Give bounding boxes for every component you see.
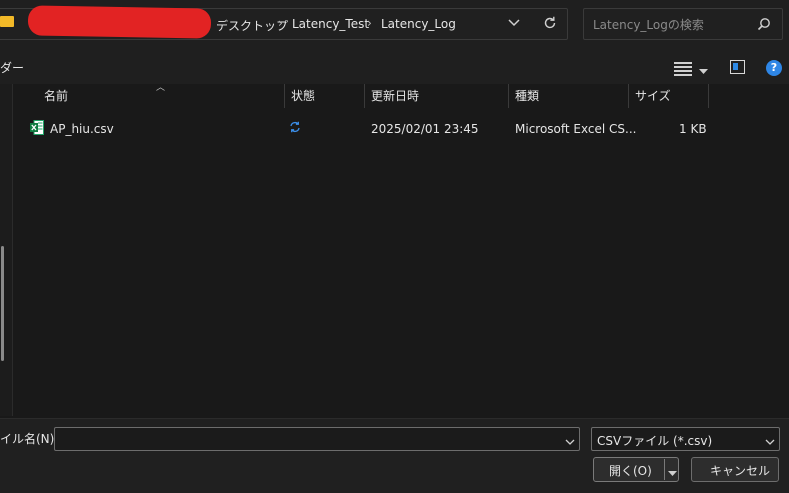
open-options-chevron-icon[interactable] <box>668 466 677 480</box>
column-header-type[interactable]: 種類 <box>515 84 539 108</box>
filename-label: イル名(N): <box>0 432 59 446</box>
chevron-down-icon[interactable] <box>699 64 708 78</box>
excel-file-icon <box>30 120 44 135</box>
toolbar <box>0 50 789 84</box>
help-icon[interactable]: ? <box>766 60 782 76</box>
chevron-down-icon[interactable] <box>508 17 520 31</box>
file-type: Microsoft Excel CS... <box>515 122 637 136</box>
search-input[interactable]: Latency_Logの検索 <box>593 16 704 33</box>
preview-pane-icon[interactable] <box>730 60 745 74</box>
breadcrumb-separator: › <box>278 16 283 30</box>
view-options-icon[interactable] <box>674 60 692 76</box>
filename-input[interactable] <box>54 427 580 451</box>
chevron-down-icon[interactable] <box>565 435 575 449</box>
sort-ascending-icon: ︿ <box>156 83 166 93</box>
file-modified: 2025/02/01 23:45 <box>371 122 479 136</box>
sync-icon <box>289 121 301 137</box>
column-header-status[interactable]: 状態 <box>291 84 315 108</box>
search-icon[interactable] <box>757 17 771 34</box>
column-divider[interactable] <box>628 84 629 108</box>
refresh-icon[interactable] <box>543 16 557 33</box>
column-divider[interactable] <box>508 84 509 108</box>
folder-icon <box>0 16 14 27</box>
redacted-path <box>27 5 212 39</box>
navigation-scrollbar[interactable] <box>1 246 4 361</box>
breadcrumb-latency-test[interactable]: Latency_Test <box>292 17 369 31</box>
open-button-divider <box>664 459 665 480</box>
filetype-selected[interactable]: CSVファイル (*.csv) <box>597 432 712 449</box>
cancel-button-label[interactable]: キャンセル <box>710 462 770 479</box>
column-header-modified[interactable]: 更新日時 <box>371 84 419 108</box>
file-size: 1 KB <box>679 122 707 136</box>
column-header-size[interactable]: サイズ <box>635 84 671 108</box>
column-divider[interactable] <box>708 84 709 108</box>
toolbar-partial-label[interactable]: ダー <box>0 59 24 76</box>
column-header-name[interactable]: 名前 <box>44 84 68 108</box>
file-name[interactable]: AP_hiu.csv <box>50 122 114 136</box>
column-divider[interactable] <box>364 84 365 108</box>
open-button-label[interactable]: 開く(O) <box>609 462 652 479</box>
breadcrumb-separator: › <box>367 16 372 30</box>
chevron-down-icon[interactable] <box>765 435 775 449</box>
breadcrumb-latency-log[interactable]: Latency_Log <box>381 17 456 31</box>
column-divider[interactable] <box>284 84 285 108</box>
